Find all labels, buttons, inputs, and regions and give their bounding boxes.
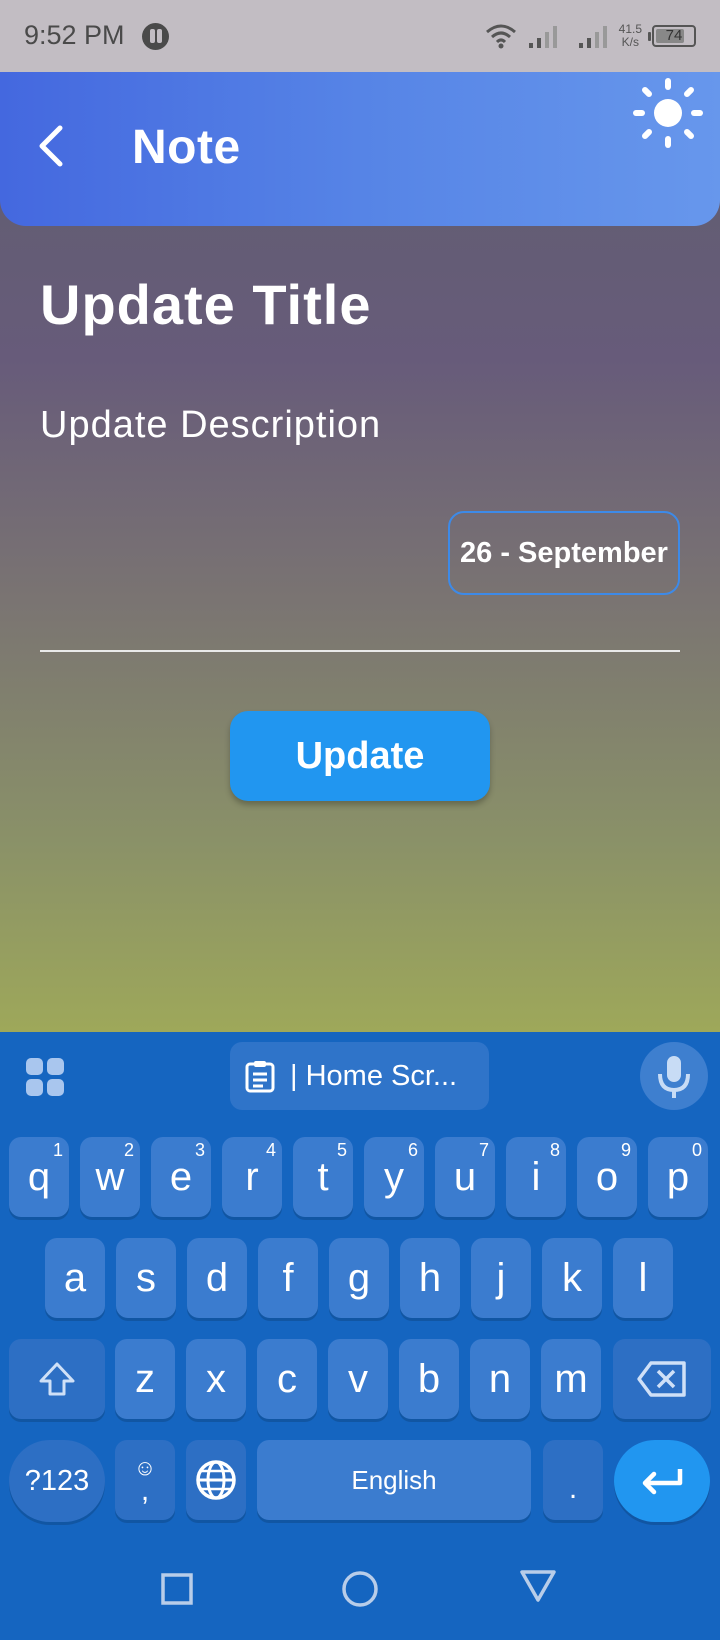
status-indicators: 41.5 K/s 74 <box>485 20 696 52</box>
key-label: p <box>666 1154 690 1199</box>
system-nav-bar <box>0 1540 720 1640</box>
key-number-hint: 1 <box>52 1140 63 1160</box>
globe-icon <box>196 1460 236 1500</box>
wifi-icon <box>485 24 516 49</box>
key-a[interactable]: a <box>45 1238 105 1318</box>
space-label: English <box>351 1464 437 1495</box>
clipboard-icon <box>245 1061 275 1093</box>
status-bar: 9:52 PM 41.5 K/s 74 <box>0 0 720 72</box>
key-o[interactable]: o9 <box>577 1137 637 1217</box>
page-title: Note <box>132 121 241 174</box>
mic-button[interactable] <box>640 1042 708 1110</box>
network-speed: 41.5 K/s <box>619 23 642 49</box>
key-label: w <box>95 1154 125 1199</box>
key-number-hint: 8 <box>549 1140 560 1160</box>
title-field[interactable]: Update Title <box>40 272 371 337</box>
language-key[interactable] <box>186 1440 246 1520</box>
key-number-hint: 2 <box>123 1140 134 1160</box>
key-h[interactable]: h <box>400 1238 460 1318</box>
clipboard-suggestion[interactable]: | Home Scr... <box>230 1042 489 1110</box>
key-j[interactable]: j <box>471 1238 531 1318</box>
key-s[interactable]: s <box>116 1238 176 1318</box>
key-i[interactable]: i8 <box>506 1137 566 1217</box>
key-t[interactable]: t5 <box>293 1137 353 1217</box>
key-number-hint: 5 <box>336 1140 347 1160</box>
enter-key[interactable] <box>614 1440 710 1522</box>
keyboard-apps-icon[interactable] <box>26 1058 66 1098</box>
key-number-hint: 4 <box>265 1140 276 1160</box>
key-label: y <box>384 1154 404 1199</box>
clipboard-text: | Home Scr... <box>290 1059 458 1092</box>
key-label: t <box>317 1154 329 1199</box>
sun-icon[interactable] <box>632 77 704 149</box>
key-z[interactable]: z <box>115 1339 175 1419</box>
enter-icon <box>642 1469 683 1495</box>
speed-unit: K/s <box>621 35 639 49</box>
shift-icon <box>39 1362 75 1396</box>
key-k[interactable]: k <box>542 1238 602 1318</box>
period-key[interactable]: . <box>543 1440 603 1520</box>
key-x[interactable]: x <box>186 1339 246 1419</box>
key-number-hint: 6 <box>407 1140 418 1160</box>
signal-icon-2 <box>578 26 607 48</box>
date-chip[interactable]: 26 - September <box>448 511 680 595</box>
key-n[interactable]: n <box>470 1339 530 1419</box>
key-number-hint: 0 <box>691 1140 702 1160</box>
key-number-hint: 9 <box>620 1140 631 1160</box>
signal-icon-1 <box>528 26 557 48</box>
key-u[interactable]: u7 <box>435 1137 495 1217</box>
key-label: o <box>595 1154 619 1199</box>
key-p[interactable]: p0 <box>648 1137 708 1217</box>
key-b[interactable]: b <box>399 1339 459 1419</box>
space-key[interactable]: English <box>257 1440 531 1520</box>
description-field[interactable]: Update Description <box>40 404 381 447</box>
back-triangle-icon[interactable] <box>519 1568 557 1604</box>
key-number-hint: 3 <box>194 1140 205 1160</box>
key-f[interactable]: f <box>258 1238 318 1318</box>
chevron-left-icon[interactable] <box>30 118 74 174</box>
key-label: e <box>169 1154 193 1199</box>
key-q[interactable]: q1 <box>9 1137 69 1217</box>
backspace-icon <box>637 1361 686 1397</box>
emoji-comma-key[interactable]: ☺ , <box>115 1440 175 1520</box>
key-m[interactable]: m <box>541 1339 601 1419</box>
key-v[interactable]: v <box>328 1339 388 1419</box>
update-button[interactable]: Update <box>230 711 490 801</box>
home-circle-icon[interactable] <box>341 1570 379 1608</box>
divider <box>40 650 680 652</box>
status-time: 9:52 PM <box>24 20 125 50</box>
battery-icon: 74 <box>648 25 696 47</box>
key-c[interactable]: c <box>257 1339 317 1419</box>
microphone-icon <box>658 1056 690 1098</box>
key-e[interactable]: e3 <box>151 1137 211 1217</box>
backspace-key[interactable] <box>613 1339 711 1419</box>
key-label: i <box>531 1154 541 1199</box>
key-l[interactable]: l <box>613 1238 673 1318</box>
period-label: . <box>568 1472 578 1505</box>
shift-key[interactable] <box>9 1339 105 1419</box>
comma-label: , <box>140 1474 150 1507</box>
key-label: u <box>453 1154 477 1199</box>
key-d[interactable]: d <box>187 1238 247 1318</box>
key-label: q <box>27 1154 51 1199</box>
app-bar: Note <box>0 72 720 226</box>
symbols-label: ?123 <box>24 1464 90 1497</box>
key-label: r <box>245 1154 259 1199</box>
key-r[interactable]: r4 <box>222 1137 282 1217</box>
app-notification-icon <box>142 23 169 50</box>
key-y[interactable]: y6 <box>364 1137 424 1217</box>
key-g[interactable]: g <box>329 1238 389 1318</box>
symbols-key[interactable]: ?123 <box>9 1440 105 1522</box>
battery-level: 74 <box>665 27 683 44</box>
key-w[interactable]: w2 <box>80 1137 140 1217</box>
recents-square-icon[interactable] <box>160 1572 194 1606</box>
key-number-hint: 7 <box>478 1140 489 1160</box>
